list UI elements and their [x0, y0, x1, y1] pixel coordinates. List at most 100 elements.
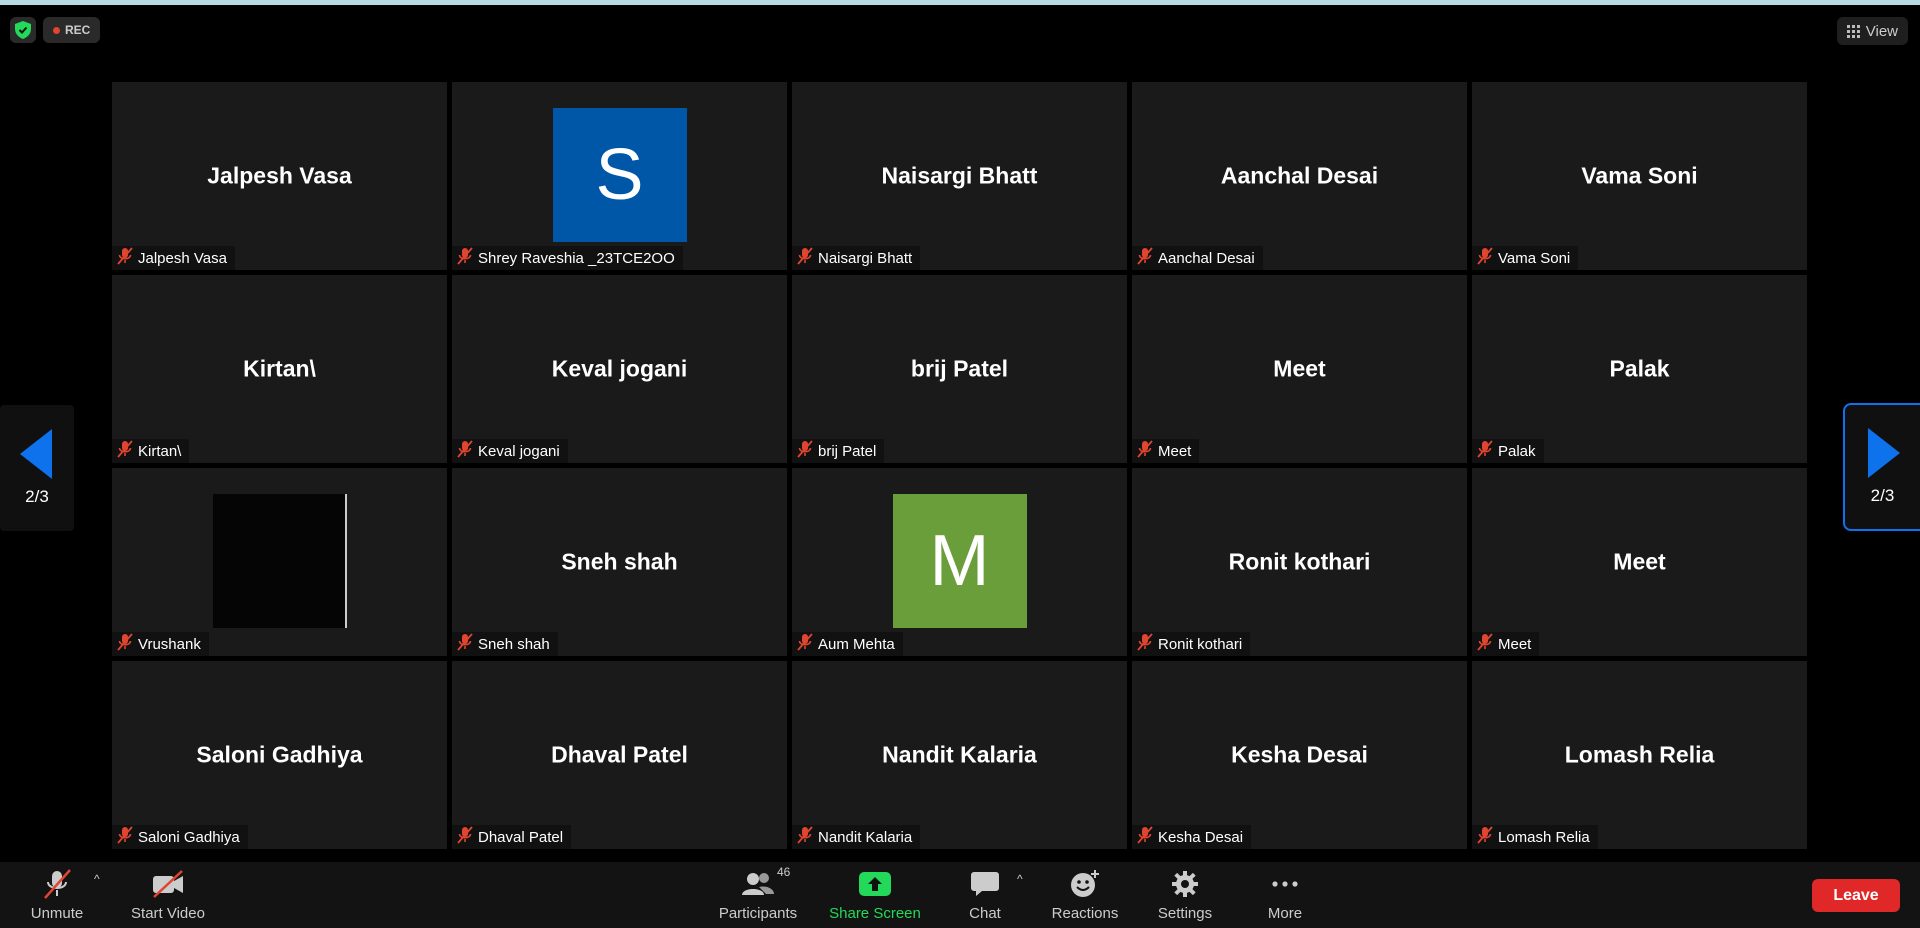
participant-display-name: Nandit Kalaria: [882, 741, 1037, 768]
participant-name-label: Palak: [1472, 439, 1544, 463]
participant-tile[interactable]: Vrushank: [112, 468, 447, 656]
participants-button[interactable]: 46 Participants: [715, 862, 801, 928]
participant-display-name: Meet: [1613, 548, 1666, 575]
participant-name-label: Sneh shah: [452, 632, 558, 656]
unmute-button[interactable]: Unmute: [22, 862, 92, 928]
gallery-grid: Jalpesh Vasa Jalpesh Vasa S Shrey Raveshia …: [112, 82, 1807, 853]
participant-avatar: M: [892, 494, 1027, 628]
share-screen-button[interactable]: Share Screen: [826, 862, 924, 928]
participant-display-name: Vama Soni: [1581, 162, 1698, 189]
participant-name-label: Shrey Raveshia _23TCE2OO: [452, 246, 683, 270]
muted-mic-icon: [456, 826, 478, 848]
participant-tile[interactable]: Ronit kothari Ronit kothari: [1132, 468, 1467, 656]
participant-tile[interactable]: Saloni Gadhiya Saloni Gadhiya: [112, 661, 447, 849]
audio-options-caret-icon[interactable]: ^: [94, 872, 100, 886]
participant-tile[interactable]: Lomash Relia Lomash Relia: [1472, 661, 1807, 849]
arrow-left-icon: [20, 429, 52, 479]
participant-name: Keval jogani: [478, 442, 560, 460]
grid-view-icon: [1846, 24, 1860, 38]
leave-button[interactable]: Leave: [1812, 879, 1900, 912]
participant-name-label: Meet: [1472, 632, 1540, 656]
next-page-button[interactable]: 2/3: [1843, 403, 1920, 531]
participant-display-name: brij Patel: [910, 355, 1009, 382]
participant-display-name: Meet: [1273, 355, 1326, 382]
participant-tile[interactable]: Kesha Desai Kesha Desai: [1132, 661, 1467, 849]
more-label: More: [1267, 905, 1303, 922]
participant-name-label: Lomash Relia: [1472, 825, 1598, 849]
participant-name-label: Vama Soni: [1472, 246, 1579, 270]
muted-mic-icon: [1476, 826, 1498, 848]
reactions-button[interactable]: Reactions: [1050, 862, 1120, 928]
participant-name-label: Nandit Kalaria: [792, 825, 921, 849]
more-button[interactable]: More: [1262, 862, 1308, 928]
participant-display-name: Dhaval Patel: [551, 741, 688, 768]
chat-button[interactable]: Chat: [965, 862, 1005, 928]
participant-tile[interactable]: Kirtan\ Kirtan\: [112, 275, 447, 463]
recording-label: REC: [65, 23, 91, 37]
muted-mic-icon: [796, 247, 818, 269]
gear-icon: [1171, 867, 1199, 901]
unmute-label: Unmute: [30, 905, 84, 922]
participant-tile[interactable]: Sneh shah Sneh shah: [452, 468, 787, 656]
participant-tile[interactable]: brij Patel brij Patel: [792, 275, 1127, 463]
participant-tile[interactable]: Dhaval Patel Dhaval Patel: [452, 661, 787, 849]
participant-display-name: Naisargi Bhatt: [881, 162, 1038, 189]
participant-tile[interactable]: Meet Meet: [1472, 468, 1807, 656]
settings-label: Settings: [1157, 905, 1213, 922]
participant-name-label: Jalpesh Vasa: [112, 246, 235, 270]
muted-mic-icon: [1136, 633, 1158, 655]
top-bar: REC View: [0, 5, 1920, 65]
muted-mic-icon: [116, 247, 138, 269]
participant-display-name: Jalpesh Vasa: [207, 162, 352, 189]
security-shield-icon[interactable]: [10, 17, 36, 43]
participant-name: Dhaval Patel: [478, 828, 564, 846]
muted-mic-icon: [796, 440, 818, 462]
previous-page-button[interactable]: 2/3: [0, 405, 74, 531]
participant-name-label: Meet: [1132, 439, 1200, 463]
muted-mic-icon: [1476, 633, 1498, 655]
video-off-icon: [150, 867, 186, 901]
participant-name: Aanchal Desai: [1158, 249, 1255, 267]
participant-tile[interactable]: Keval jogani Keval jogani: [452, 275, 787, 463]
view-button[interactable]: View: [1836, 17, 1908, 45]
participant-display-name: Lomash Relia: [1564, 741, 1715, 768]
participant-name: Vama Soni: [1498, 249, 1571, 267]
participant-tile[interactable]: Nandit Kalaria Nandit Kalaria: [792, 661, 1127, 849]
participant-tile[interactable]: Vama Soni Vama Soni: [1472, 82, 1807, 270]
muted-mic-icon: [456, 440, 478, 462]
participant-name: Lomash Relia: [1498, 828, 1590, 846]
chat-options-caret-icon[interactable]: ^: [1017, 872, 1023, 886]
participant-name-label: Aanchal Desai: [1132, 246, 1263, 270]
participant-tile[interactable]: S Shrey Raveshia _23TCE2OO: [452, 82, 787, 270]
arrow-right-icon: [1867, 428, 1900, 478]
participants-label: Participants: [718, 905, 798, 922]
share-screen-icon: [859, 867, 891, 901]
participant-name: Ronit kothari: [1158, 635, 1243, 653]
participant-tile[interactable]: Palak Palak: [1472, 275, 1807, 463]
participant-tile[interactable]: Aanchal Desai Aanchal Desai: [1132, 82, 1467, 270]
muted-mic-icon: [116, 440, 138, 462]
participant-name: Vrushank: [138, 635, 201, 653]
participant-tile[interactable]: Jalpesh Vasa Jalpesh Vasa: [112, 82, 447, 270]
recording-badge[interactable]: REC: [43, 17, 101, 43]
participant-video: [213, 494, 347, 628]
participant-name-label: brij Patel: [792, 439, 885, 463]
participant-display-name: Saloni Gadhiya: [196, 741, 363, 768]
participant-avatar: S: [552, 108, 687, 242]
participant-display-name: Keval jogani: [551, 355, 688, 382]
participant-name: Kirtan\: [138, 442, 182, 460]
settings-button[interactable]: Settings: [1155, 862, 1215, 928]
participant-name: Kesha Desai: [1158, 828, 1244, 846]
participant-name-label: Dhaval Patel: [452, 825, 572, 849]
participant-tile[interactable]: M Aum Mehta: [792, 468, 1127, 656]
participant-tile[interactable]: Meet Meet: [1132, 275, 1467, 463]
muted-mic-icon: [796, 633, 818, 655]
meeting-window: REC View 2/3 Jalpesh Vasa Jalpesh Vasa S Sh…: [0, 0, 1920, 928]
chat-label: Chat: [969, 905, 1001, 922]
participants-icon: 46: [741, 865, 790, 901]
muted-mic-icon: [456, 633, 478, 655]
muted-mic-icon: [1476, 440, 1498, 462]
participant-display-name: Kesha Desai: [1231, 741, 1368, 768]
start-video-button[interactable]: Start Video: [128, 862, 208, 928]
participant-tile[interactable]: Naisargi Bhatt Naisargi Bhatt: [792, 82, 1127, 270]
